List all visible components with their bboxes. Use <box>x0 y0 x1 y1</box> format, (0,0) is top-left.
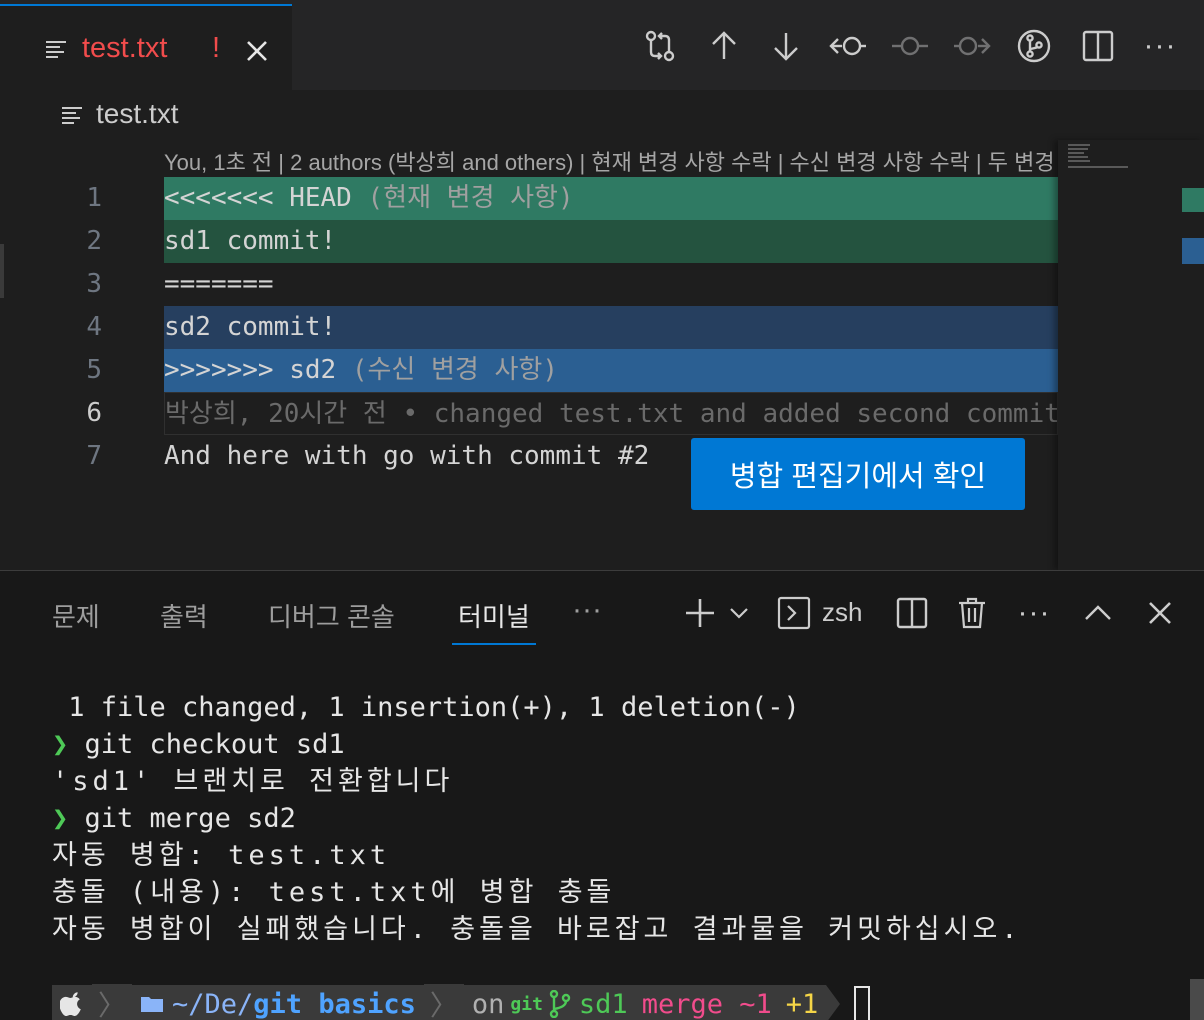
code-line-cursor[interactable]: 박상희, 20시간 전 • changed test.txt and added… <box>164 392 1058 435</box>
tab-output[interactable]: 출력 <box>160 597 208 634</box>
terminal-shell-icon[interactable] <box>774 593 814 633</box>
sash[interactable] <box>0 244 4 298</box>
line-number: 4 <box>86 312 102 342</box>
code-text: <<<<<<< HEAD <box>164 183 352 213</box>
git-logo-icon: git <box>510 993 543 1015</box>
terminal-shell-name[interactable]: zsh <box>822 597 862 628</box>
inline-blame: 박상희, 20시간 전 • changed test.txt and added… <box>165 399 1058 429</box>
terminal-line: 'sd1' 브랜치로 전환합니다 <box>52 766 454 797</box>
minimap-incoming-change-marker <box>1182 238 1204 264</box>
close-panel-icon[interactable] <box>1140 593 1180 633</box>
compare-changes-icon[interactable] <box>640 26 680 66</box>
code-line-incoming-change[interactable]: sd2 commit! <box>164 306 1058 349</box>
minimap-current-change-marker <box>1182 188 1204 212</box>
file-lines-icon <box>46 41 66 58</box>
tab-terminal[interactable]: 터미널 <box>458 597 530 634</box>
line-number-active: 6 <box>86 398 102 428</box>
tab-problems[interactable]: 문제 <box>52 597 100 634</box>
terminal-line: 자동 병합: test.txt <box>52 840 391 871</box>
merge-state: merge ~1 <box>641 988 772 1020</box>
next-change-icon[interactable] <box>766 26 806 66</box>
terminal-line: 1 file changed, 1 insertion(+), 1 deleti… <box>52 692 800 723</box>
line-number: 7 <box>86 441 102 471</box>
folder-icon <box>141 997 164 1012</box>
git-branch-icon <box>549 990 571 1018</box>
terminal-command: git merge sd2 <box>68 803 296 834</box>
more-actions-icon[interactable]: ··· <box>1014 593 1054 633</box>
close-icon[interactable] <box>244 38 270 64</box>
more-actions-icon[interactable]: ··· <box>1140 26 1180 66</box>
breadcrumb: test.txt <box>0 90 1204 140</box>
line-number: 5 <box>86 355 102 385</box>
line-number: 3 <box>86 269 102 299</box>
prompt-separator: 〉 <box>423 984 464 1020</box>
maximize-panel-icon[interactable] <box>1078 593 1118 633</box>
terminal-line: 자동 병합이 실패했습니다. 충돌을 바로잡고 결과물을 커밋하십시오. <box>52 914 1022 945</box>
split-terminal-icon[interactable] <box>892 593 932 633</box>
terminal-line: ❯ git merge sd2 <box>52 800 296 837</box>
git-graph-icon[interactable] <box>1014 26 1054 66</box>
chevron-down-icon[interactable] <box>726 593 752 633</box>
prompt-arrow: ❯ <box>52 803 69 834</box>
trash-icon[interactable] <box>952 593 992 633</box>
apple-icon <box>60 992 81 1016</box>
git-segment: on git sd1 merge ~1 +1 <box>463 985 827 1020</box>
terminal-command: git checkout sd1 <box>68 729 345 760</box>
merge-conflict-codelens[interactable]: You, 1초 전 | 2 authors (박상희 and others) |… <box>164 145 1058 177</box>
resolve-in-merge-editor-button[interactable]: 병합 편집기에서 확인 <box>691 438 1025 510</box>
apple-segment <box>52 985 92 1020</box>
split-editor-icon[interactable] <box>1078 26 1118 66</box>
terminal-line: 충돌 (내용): test.txt에 병합 충돌 <box>52 877 616 908</box>
line-number: 1 <box>86 183 102 213</box>
path-prefix: ~/De/ <box>172 988 254 1020</box>
tab-debug-console[interactable]: 디버그 콘솔 <box>268 597 395 634</box>
new-terminal-icon[interactable] <box>680 593 720 633</box>
open-next-revision-icon <box>952 26 992 66</box>
editor-tab-bar: test.txt ! ··· <box>0 0 1204 90</box>
staged-count: +1 <box>785 988 819 1020</box>
code-line-current-marker[interactable]: <<<<<<< HEAD (현재 변경 사항) <box>164 177 1058 220</box>
current-change-hint: (현재 변경 사항) <box>351 183 574 213</box>
prompt-on-label: on <box>471 988 505 1020</box>
breadcrumb-filename[interactable]: test.txt <box>96 98 178 130</box>
tab-conflict-indicator: ! <box>212 32 221 64</box>
tab-test-txt[interactable]: test.txt ! <box>0 4 292 90</box>
incoming-change-hint: (수신 변경 사항) <box>336 355 558 385</box>
code-text: >>>>>>> sd2 <box>164 355 337 385</box>
code-line-current-change[interactable]: sd1 commit! <box>164 220 1058 263</box>
terminal-scrollbar[interactable] <box>1190 979 1204 1020</box>
code-line-separator[interactable]: ======= <box>164 263 1058 306</box>
file-lines-icon <box>62 107 82 124</box>
tab-filename: test.txt <box>82 32 168 64</box>
open-revision-icon <box>890 26 930 66</box>
code-line-incoming-marker[interactable]: >>>>>>> sd2 (수신 변경 사항) <box>164 349 1058 392</box>
prompt-segment-end <box>826 985 841 1020</box>
previous-change-icon[interactable] <box>704 26 744 66</box>
minimap[interactable] <box>1058 140 1204 570</box>
path-current-dir: git basics <box>253 988 416 1020</box>
branch-name: sd1 <box>578 988 628 1020</box>
path-segment: ~/De/git basics <box>132 985 424 1020</box>
shell-prompt: 〉 ~/De/git basics 〉 on git sd1 merge ~1 … <box>52 984 871 1020</box>
terminal-cursor <box>854 986 871 1020</box>
prompt-arrow: ❯ <box>52 729 69 760</box>
active-tab-indicator <box>452 643 536 645</box>
open-previous-revision-icon[interactable] <box>828 26 868 66</box>
line-number: 2 <box>86 226 102 256</box>
bottom-panel: 문제 출력 디버그 콘솔 터미널 ··· zsh ··· 1 file chan… <box>0 570 1204 1020</box>
terminal-line: ❯ git checkout sd1 <box>52 726 345 763</box>
more-tabs-icon[interactable]: ··· <box>572 593 602 627</box>
prompt-separator: 〉 <box>92 984 133 1020</box>
